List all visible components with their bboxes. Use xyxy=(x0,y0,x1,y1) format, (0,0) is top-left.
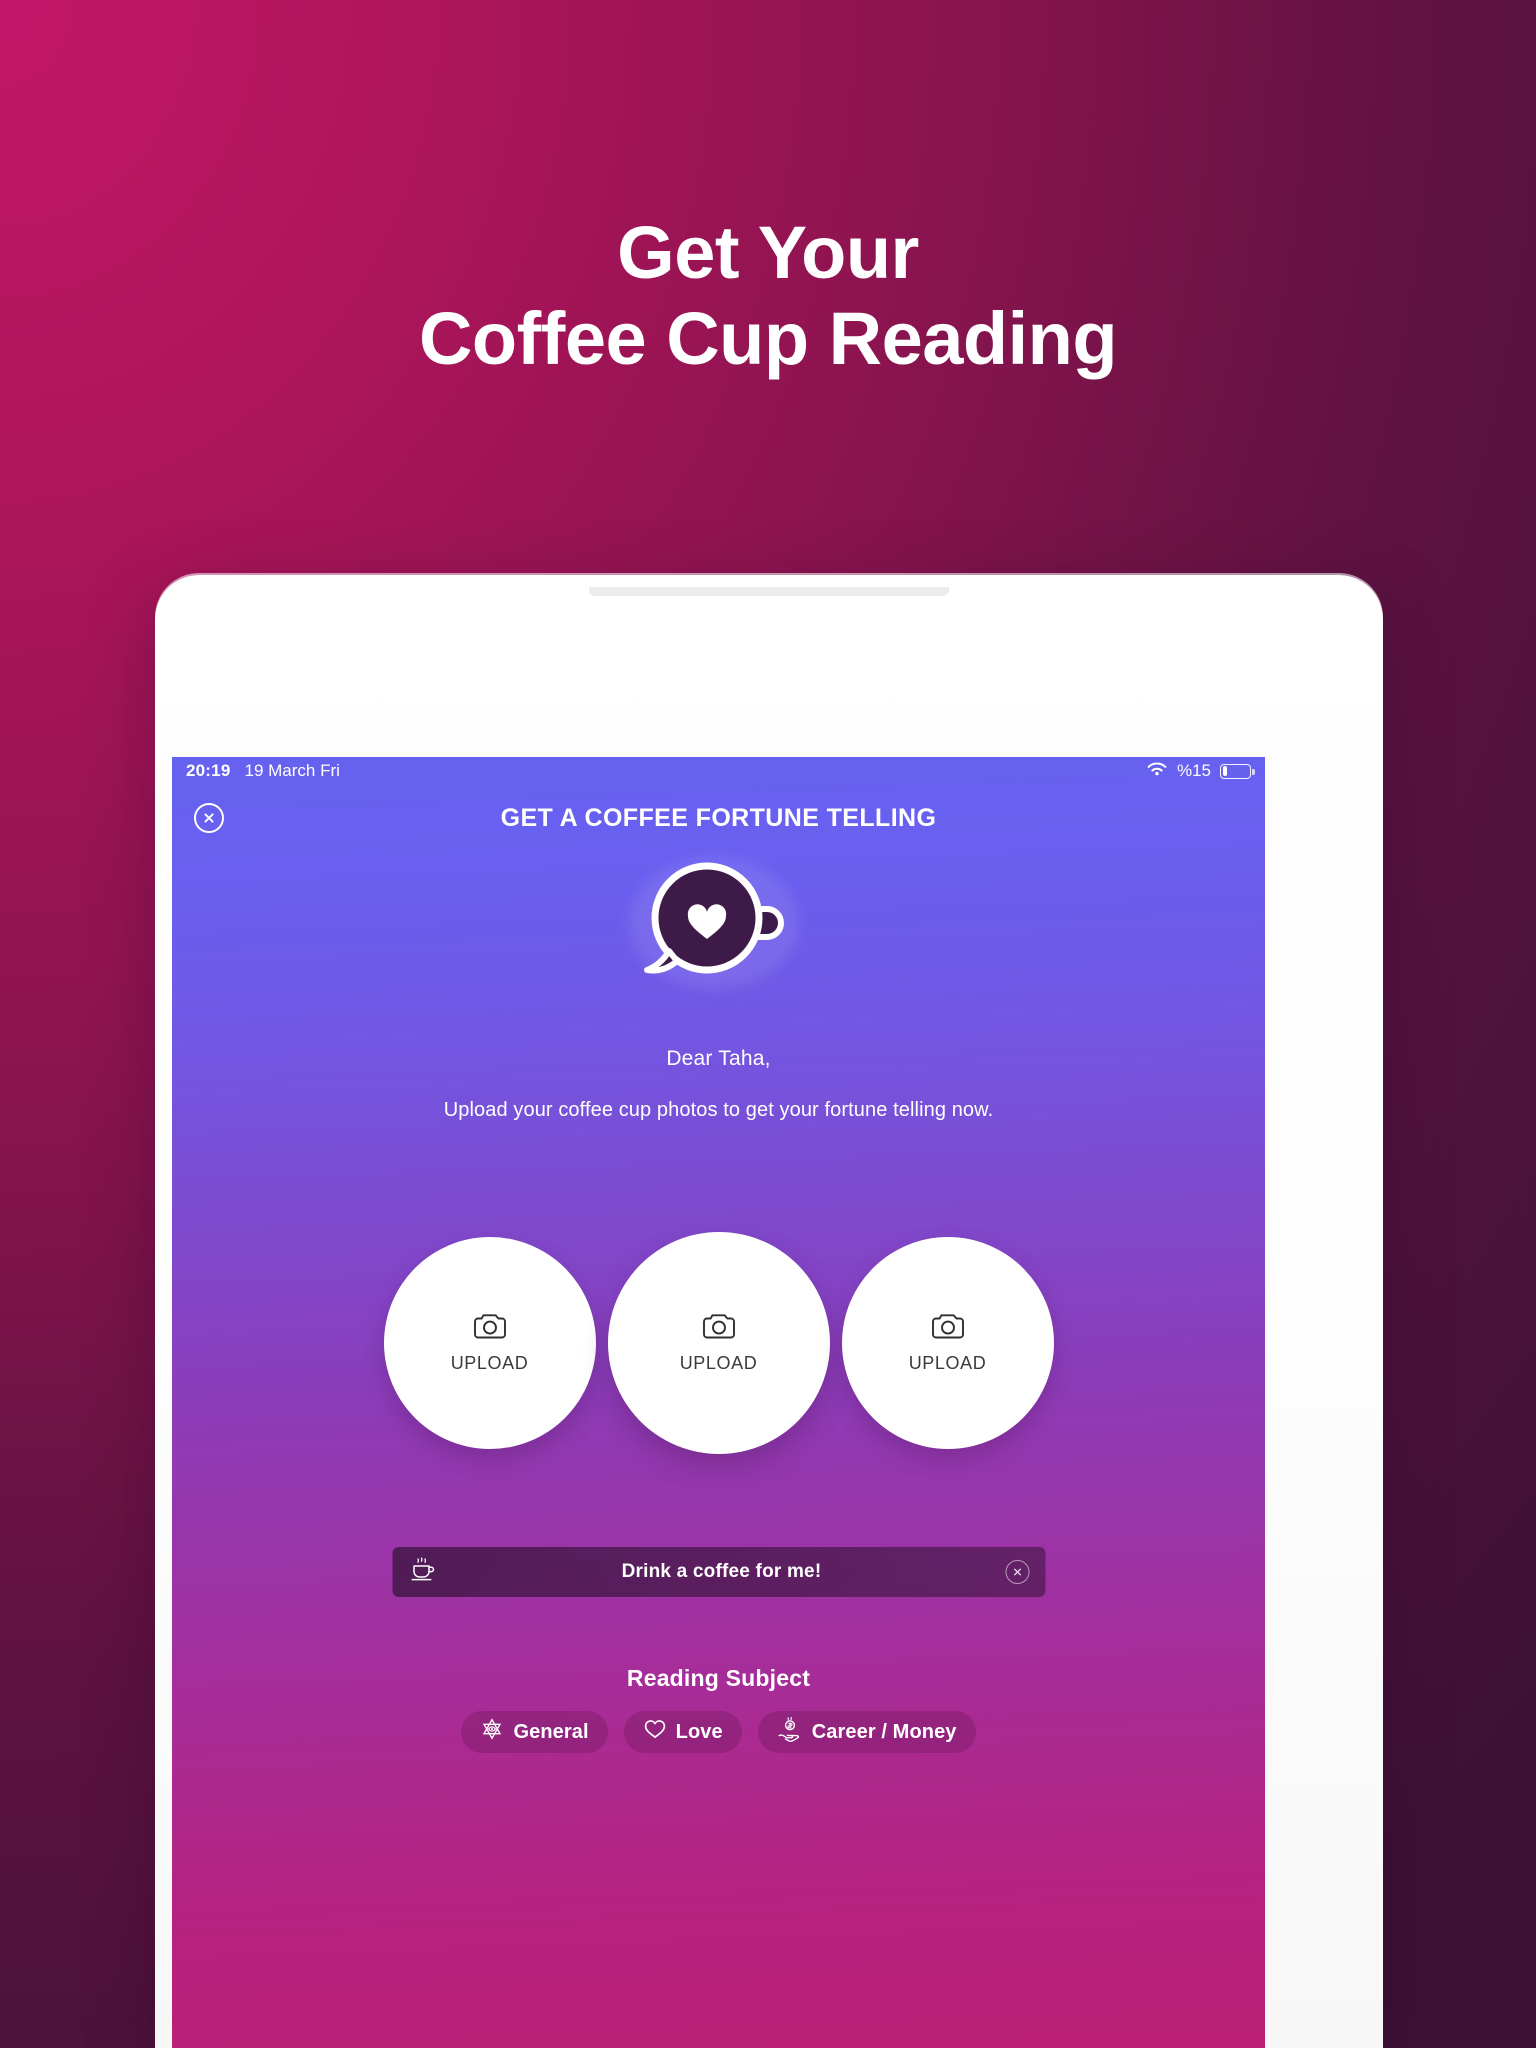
hand-coin-icon xyxy=(777,1716,803,1748)
chip-career-money[interactable]: Career / Money xyxy=(757,1711,976,1753)
upload-slot-2[interactable]: UPLOAD xyxy=(607,1232,830,1454)
heart-icon xyxy=(643,1718,667,1746)
status-bar-right: %15 xyxy=(1146,761,1255,782)
chip-label: General xyxy=(513,1720,589,1743)
close-icon[interactable] xyxy=(194,803,224,833)
chip-label: Career / Money xyxy=(811,1720,957,1743)
page-title: Get Your Coffee Cup Reading xyxy=(0,210,1536,382)
wifi-icon xyxy=(1146,761,1168,782)
upload-label: UPLOAD xyxy=(450,1352,529,1373)
tablet-device-frame: 20:19 19 March Fri %15 GET A COFFEE FORT… xyxy=(155,575,1383,2048)
promo-poster: Get Your Coffee Cup Reading 20:19 19 Mar… xyxy=(0,0,1536,2048)
greeting-text: Dear Taha, xyxy=(666,1047,771,1070)
instruction-text: Upload your coffee cup photos to get you… xyxy=(443,1099,994,1121)
upload-slots: UPLOAD UPLOAD UPLOAD xyxy=(172,1232,1265,1454)
status-time: 20:19 xyxy=(186,761,231,780)
drink-coffee-banner[interactable]: Drink a coffee for me! xyxy=(392,1547,1045,1597)
chip-label: Love xyxy=(675,1720,723,1743)
camera-icon xyxy=(931,1313,965,1345)
battery-icon xyxy=(1220,763,1255,779)
status-bar-left: 20:19 19 March Fri xyxy=(186,761,340,781)
coffee-cup-heart-logo xyxy=(628,851,809,991)
chip-general[interactable]: General xyxy=(461,1711,608,1753)
banner-text: Drink a coffee for me! xyxy=(621,1561,822,1582)
speaker-grille xyxy=(589,587,949,596)
app-title: GET A COFFEE FORTUNE TELLING xyxy=(500,803,937,832)
headline-line-1: Get Your xyxy=(617,211,919,294)
upload-label: UPLOAD xyxy=(679,1352,758,1373)
coffee-cup-steam-icon xyxy=(408,1555,438,1590)
camera-icon xyxy=(473,1313,507,1345)
reading-subject-chips: General Love Career / Money xyxy=(172,1711,1265,1753)
battery-fill xyxy=(1222,766,1227,776)
close-icon[interactable] xyxy=(1005,1560,1029,1584)
app-header: GET A COFFEE FORTUNE TELLING xyxy=(172,785,1265,851)
upload-label: UPLOAD xyxy=(908,1352,987,1373)
chip-love[interactable]: Love xyxy=(623,1711,742,1753)
app-screen: 20:19 19 March Fri %15 GET A COFFEE FORT… xyxy=(172,757,1265,2048)
upload-slot-1[interactable]: UPLOAD xyxy=(383,1237,596,1449)
headline-line-2: Coffee Cup Reading xyxy=(418,296,1118,380)
camera-icon xyxy=(702,1313,736,1345)
status-date: 19 March Fri xyxy=(244,761,340,780)
status-bar: 20:19 19 March Fri %15 xyxy=(172,757,1265,785)
reading-subject-title: Reading Subject xyxy=(626,1665,811,1691)
star-eye-icon xyxy=(480,1717,504,1747)
upload-slot-3[interactable]: UPLOAD xyxy=(841,1237,1054,1449)
battery-percent-label: %15 xyxy=(1176,761,1211,780)
